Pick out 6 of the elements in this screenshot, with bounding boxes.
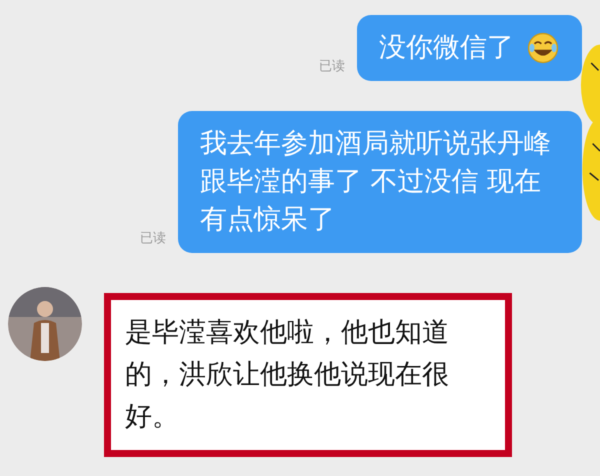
read-receipt: 已读 — [319, 58, 345, 75]
read-receipt: 已读 — [140, 230, 166, 247]
message-bubble: 是毕滢喜欢他啦，他也知道的，洪欣让他换他说现在很好。 — [104, 293, 512, 457]
message-bubble: 我去年参加酒局就听说张丹峰跟毕滢的事了 不过没信 现在有点惊呆了 — [178, 111, 582, 253]
laughing-face-icon — [526, 31, 560, 65]
message-bubble: 没你微信了 — [357, 15, 582, 81]
